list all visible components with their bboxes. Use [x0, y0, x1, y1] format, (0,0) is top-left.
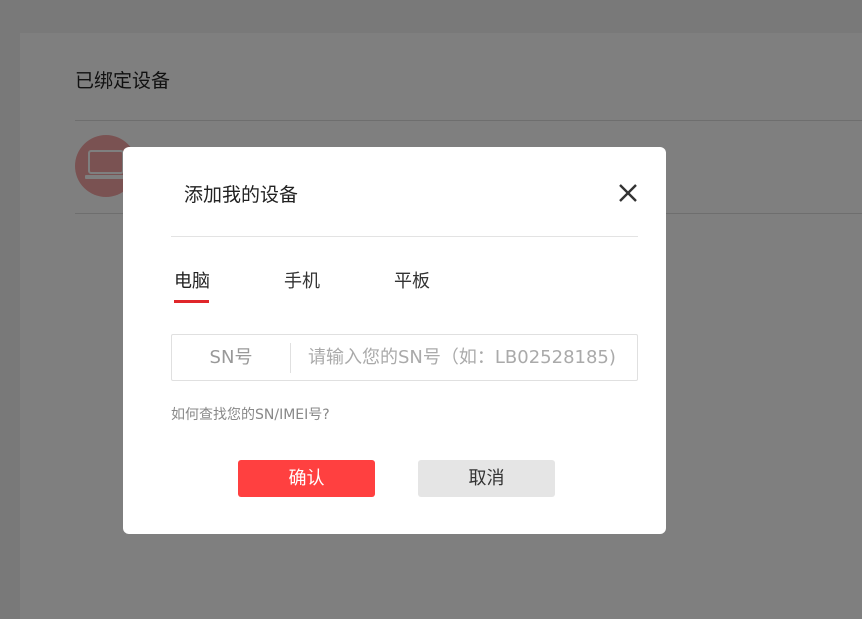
cancel-button[interactable]: 取消 [418, 460, 555, 497]
close-button[interactable] [615, 180, 641, 206]
dialog-title: 添加我的设备 [184, 184, 299, 206]
device-type-tabs: 电脑 手机 平板 [174, 267, 474, 307]
confirm-button[interactable]: 确认 [238, 460, 375, 497]
tab-phone[interactable]: 手机 [284, 267, 320, 301]
active-tab-indicator [174, 300, 209, 303]
add-device-dialog: 添加我的设备 电脑 手机 平板 SN号 如何查找您的SN/IMEI号? 确认 取… [123, 147, 666, 534]
sn-input[interactable] [308, 335, 628, 380]
sn-field: SN号 [171, 334, 638, 381]
find-sn-help-link[interactable]: 如何查找您的SN/IMEI号? [171, 404, 330, 424]
tab-computer[interactable]: 电脑 [174, 267, 210, 301]
field-separator [290, 343, 291, 373]
divider [171, 236, 638, 237]
tab-tablet[interactable]: 平板 [394, 267, 430, 301]
sn-label: SN号 [209, 347, 253, 368]
close-icon [619, 184, 637, 202]
